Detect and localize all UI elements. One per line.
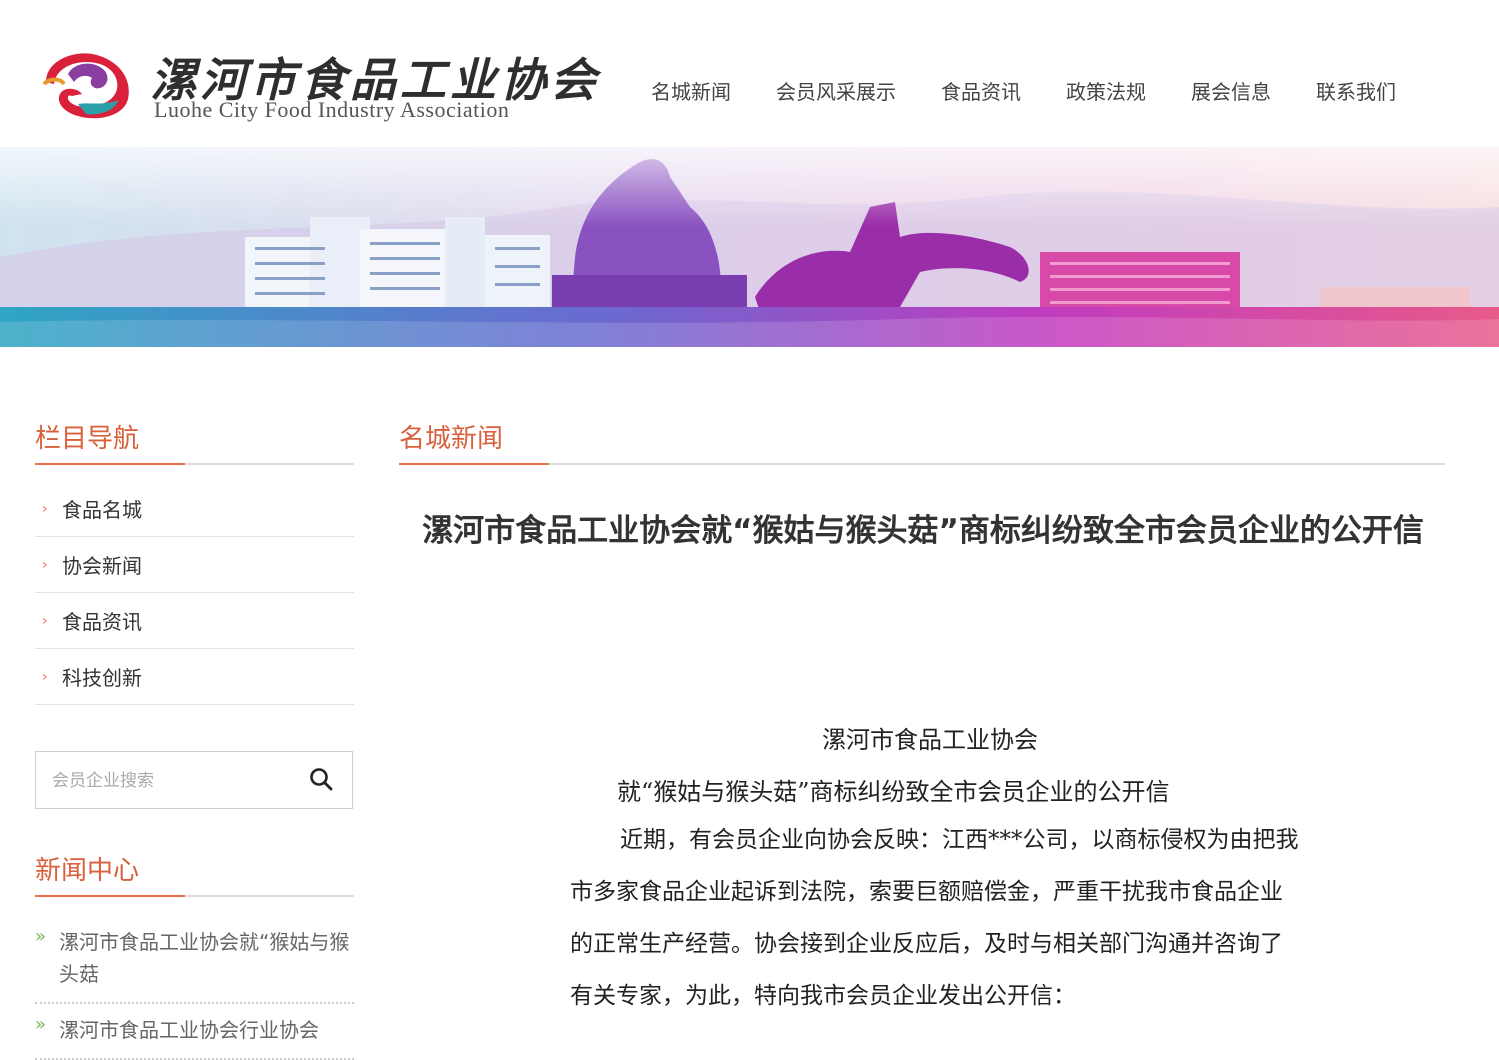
nav-item-policy[interactable]: 政策法规: [1066, 76, 1146, 105]
nav-item-exhibition[interactable]: 展会信息: [1191, 76, 1271, 105]
doc-paragraph: 近期，有会员企业向协会反映：江西***公司，以商标侵权为由把我市多家食品企业起诉…: [570, 827, 1299, 1009]
news-center-title: 新闻中心: [35, 856, 140, 886]
nav-item-food-info[interactable]: 食品资讯: [941, 76, 1021, 105]
double-chevron-icon: »: [35, 926, 47, 947]
site-name-en: Luohe City Food Industry Association: [154, 97, 510, 122]
chevron-right-icon: ›: [42, 612, 48, 629]
news-center-divider: [35, 895, 354, 897]
section-title: 名城新闻: [399, 424, 504, 454]
sidebar-menu: › 食品名城 › 协会新闻 › 食品资讯 › 科技创新: [35, 481, 354, 705]
chevron-right-icon: ›: [42, 556, 48, 573]
doc-heading: 漯河市食品工业协会: [822, 726, 1038, 754]
news-list: » 漯河市食品工业协会就“猴姑与猴头菇 » 漯河市食品工业协会行业协会: [35, 926, 354, 1060]
news-item[interactable]: » 漯河市食品工业协会就“猴姑与猴头菇: [35, 926, 354, 1004]
double-chevron-icon: »: [35, 1014, 47, 1035]
sidebar-nav-title: 栏目导航: [35, 424, 140, 454]
site-header: 漯河市食品工业协会 Luohe City Food Industry Assoc…: [0, 0, 1499, 147]
sidebar-item-food-info[interactable]: › 食品资讯: [35, 593, 354, 649]
article-title: 漯河市食品工业协会就“猴姑与猴头菇”商标纠纷致全市会员企业的公开信: [422, 513, 1424, 549]
section-divider: [399, 463, 1445, 465]
sidebar-nav-divider: [35, 463, 354, 465]
sidebar-item-tech-innovation[interactable]: › 科技创新: [35, 649, 354, 705]
hero-banner: [0, 147, 1499, 347]
nav-item-contact[interactable]: 联系我们: [1316, 76, 1396, 105]
search-icon[interactable]: [308, 766, 336, 794]
nav-item-city-news[interactable]: 名城新闻: [651, 76, 731, 105]
main-nav: 名城新闻 会员风采展示 食品资讯 政策法规 展会信息 联系我们: [651, 76, 1441, 105]
association-logo[interactable]: [38, 44, 138, 124]
member-search-input[interactable]: [50, 766, 294, 796]
news-item[interactable]: » 漯河市食品工业协会行业协会: [35, 1014, 354, 1060]
chevron-right-icon: ›: [42, 668, 48, 685]
sidebar-item-association-news[interactable]: › 协会新闻: [35, 537, 354, 593]
member-search-box: [35, 751, 353, 809]
nav-item-members[interactable]: 会员风采展示: [776, 76, 896, 105]
chevron-right-icon: ›: [42, 500, 48, 517]
banner-image: [0, 147, 1499, 347]
sidebar-item-food-city[interactable]: › 食品名城: [35, 481, 354, 537]
doc-subheading: 就“猴姑与猴头菇”商标纠纷致全市会员企业的公开信: [617, 778, 1170, 806]
